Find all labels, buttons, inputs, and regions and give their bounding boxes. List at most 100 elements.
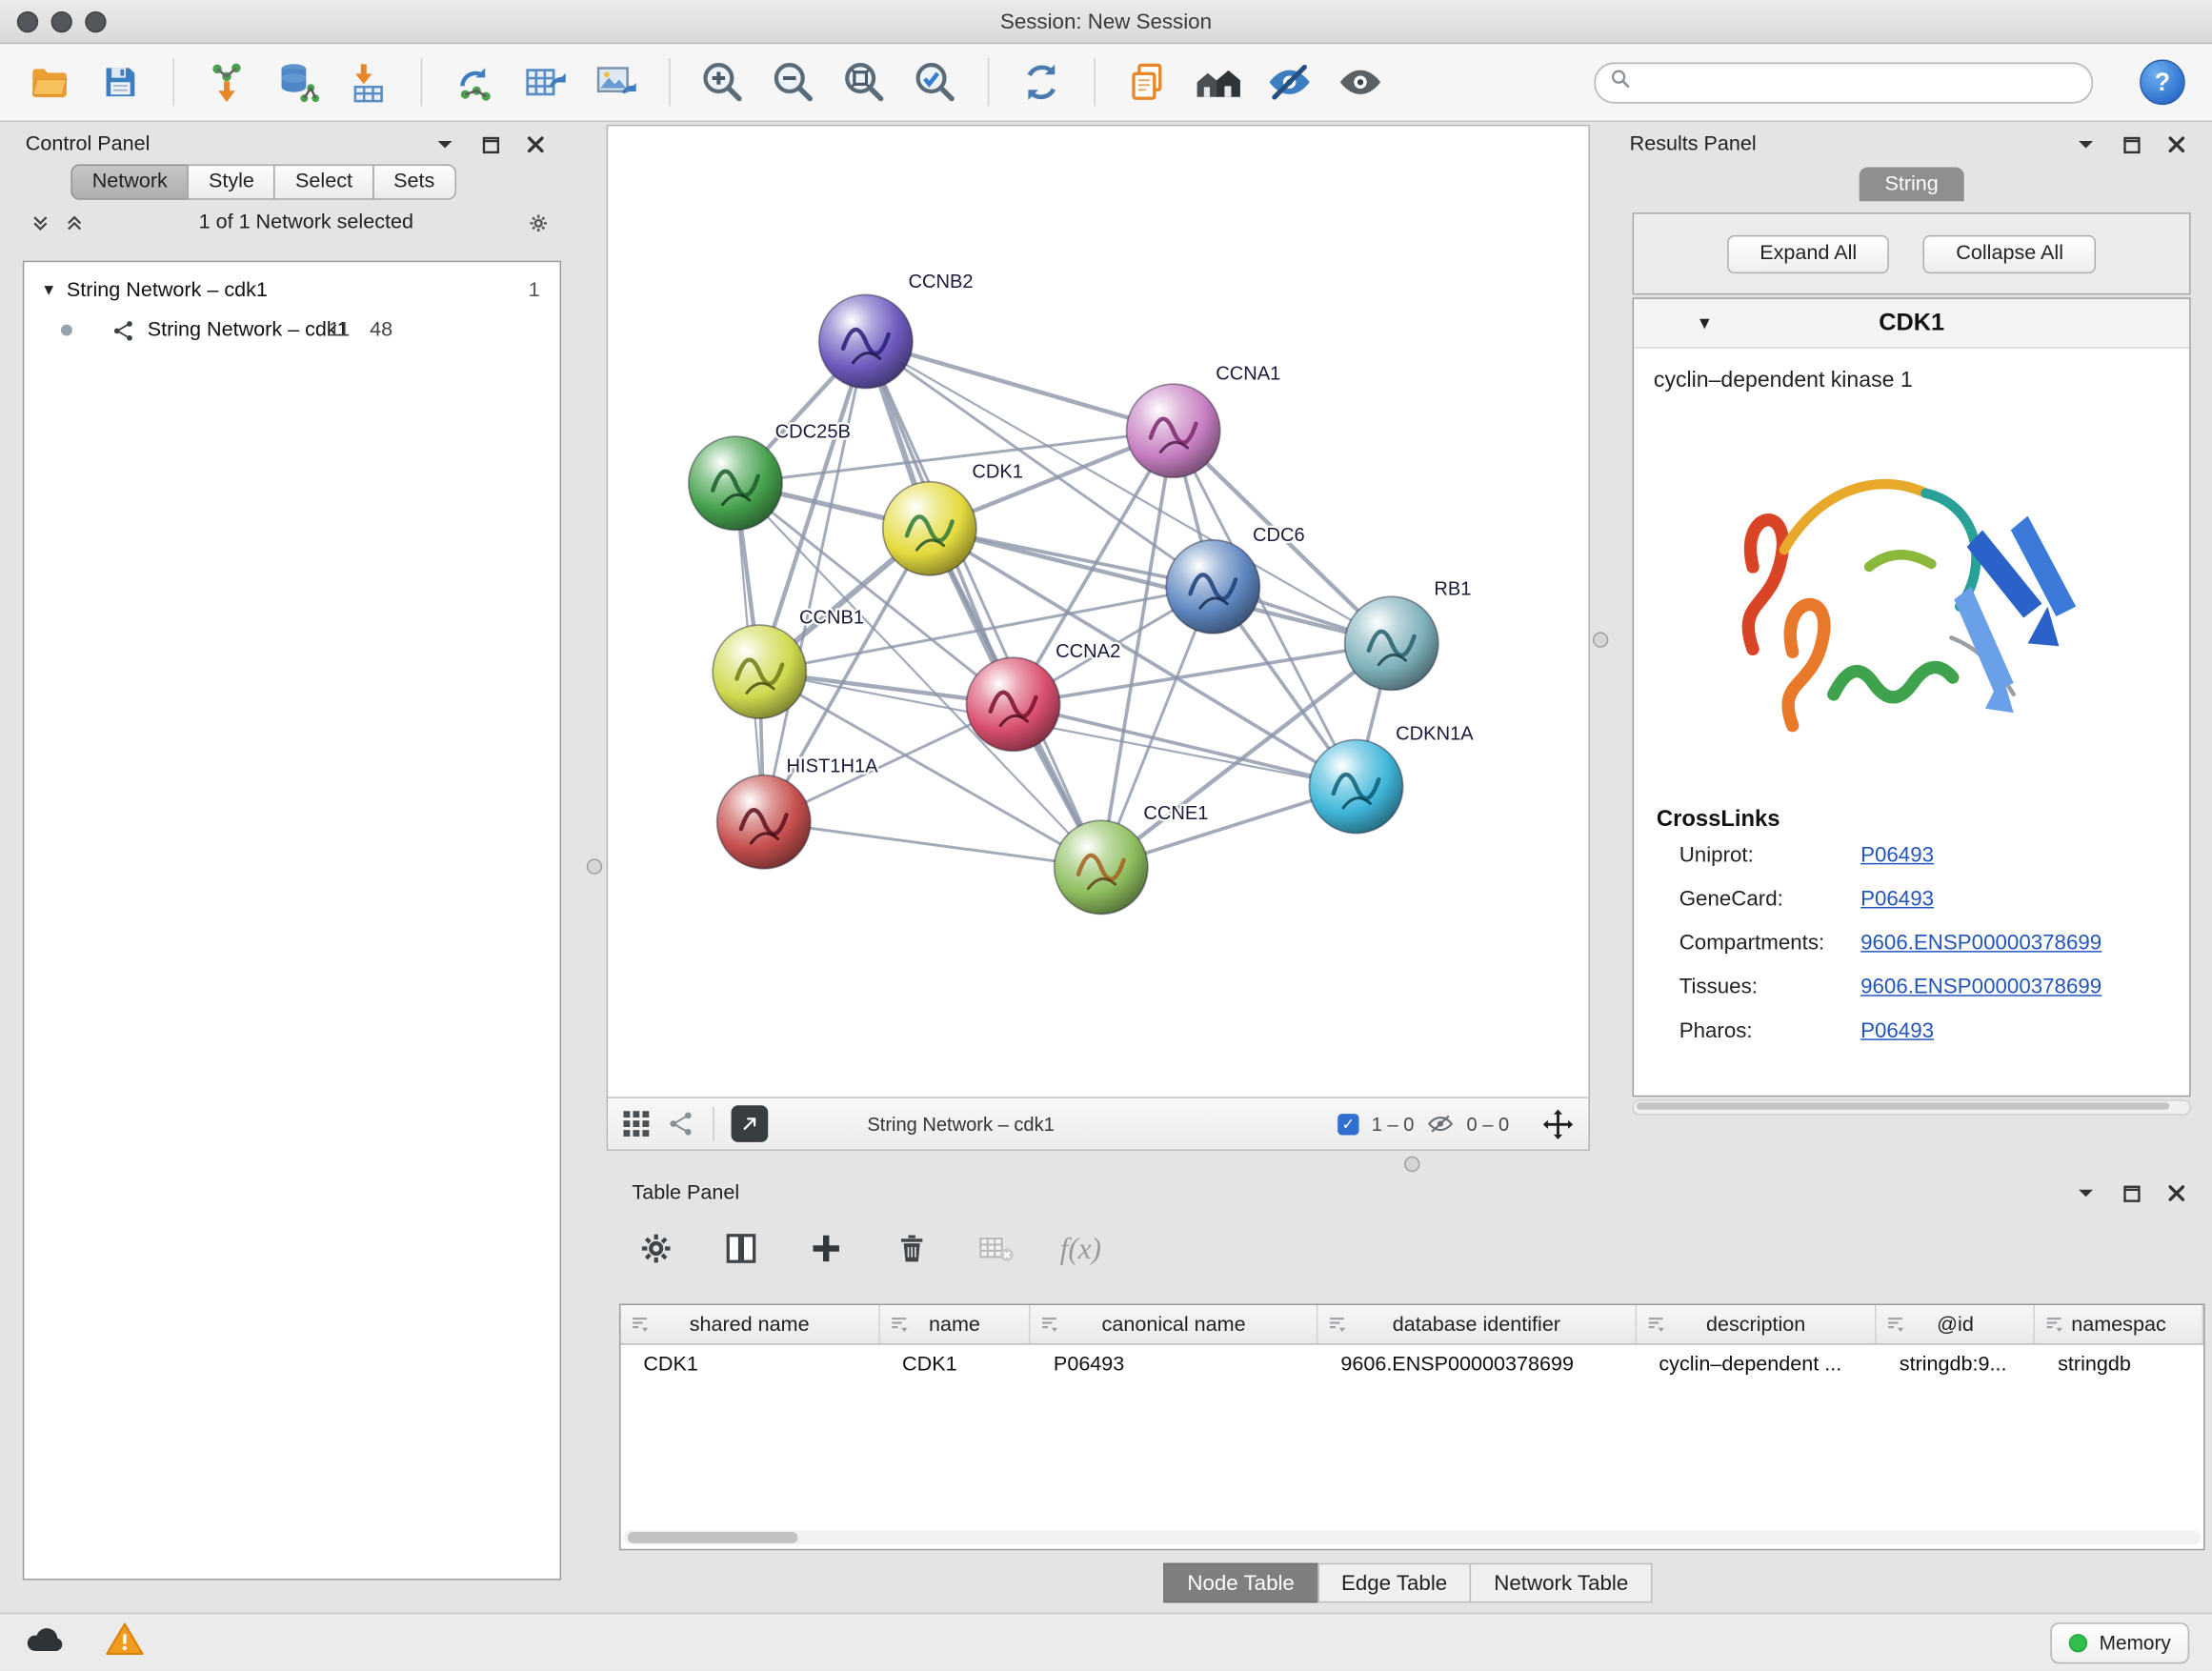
expand-all-icon[interactable] [62,211,85,234]
crosslink-uniprot-[interactable]: P06493 [1860,843,1934,867]
table-cell[interactable]: CDK1 [879,1353,1031,1376]
column-header-database-identifier[interactable]: database identifier [1318,1305,1637,1343]
new-network-button[interactable] [445,51,504,113]
table-cell[interactable]: cyclin–dependent ... [1637,1353,1877,1376]
apply-layout-button[interactable] [1012,51,1071,113]
import-network-from-file-button[interactable] [197,51,256,113]
tab-node-table[interactable]: Node Table [1163,1563,1318,1603]
zoom-fit-button[interactable] [835,51,894,113]
birds-eye-view-icon[interactable] [622,1110,651,1138]
crosslink-pharos-[interactable]: P06493 [1860,1019,1934,1043]
zoom-selected-button[interactable] [906,51,965,113]
network-view[interactable]: CCNB2CCNA1CDC25BCDK1CDC6RB1CCNB1CCNA2CDK… [607,125,1590,1151]
table-cell[interactable]: P06493 [1031,1353,1317,1376]
show-details-button[interactable] [1331,51,1390,113]
table-horizontal-scrollbar[interactable] [624,1531,2202,1545]
tab-style[interactable]: Style [188,165,276,200]
help-button[interactable]: ? [2133,51,2192,113]
column-header-canonical-name[interactable]: canonical name [1031,1305,1317,1343]
warning-icon[interactable] [105,1621,145,1664]
add-column-icon[interactable] [805,1227,848,1270]
close-panel-icon[interactable] [2165,133,2188,156]
duplicate-document-button[interactable] [1118,51,1177,113]
network-node-cdc25b[interactable]: CDC25B [689,422,851,531]
table-cell[interactable]: stringdb [2035,1353,2203,1376]
network-node-hist1h1a[interactable]: HIST1H1A [717,756,878,869]
tab-network[interactable]: Network [70,165,189,200]
crosslink-label: Tissues: [1679,975,1860,998]
new-table-button[interactable] [515,51,574,113]
tab-network-table[interactable]: Network Table [1470,1563,1653,1603]
network-canvas[interactable]: CCNB2CCNA1CDC25BCDK1CDC6RB1CCNB1CCNA2CDK… [608,126,1588,1097]
table-cell[interactable]: 9606.ENSP00000378699 [1318,1353,1637,1376]
network-node-cdk1[interactable]: CDK1 [883,461,1023,575]
left-splitter-handle[interactable] [587,858,602,874]
column-header--id[interactable]: @id [1877,1305,2035,1343]
import-table-from-file-button[interactable] [339,51,398,113]
float-panel-icon[interactable] [2120,133,2142,156]
tab-sets[interactable]: Sets [372,165,456,200]
tab-edge-table[interactable]: Edge Table [1317,1563,1472,1603]
zoom-window-button[interactable] [85,11,106,32]
network-collection-row[interactable]: ▼ String Network – cdk1 1 [24,271,559,311]
scrollbar-thumb[interactable] [1637,1102,2170,1109]
gear-icon[interactable] [527,211,550,234]
memory-button[interactable]: Memory [2051,1622,2189,1663]
column-header-name[interactable]: name [879,1305,1031,1343]
panel-menu-icon[interactable] [433,133,456,156]
save-session-button[interactable] [90,51,150,113]
float-panel-icon[interactable] [479,133,502,156]
expand-all-button[interactable]: Expand All [1727,234,1889,272]
results-horizontal-scrollbar[interactable] [1633,1099,2191,1115]
zoom-in-button[interactable] [693,51,752,113]
column-header-shared-name[interactable]: shared name [621,1305,880,1343]
network-node-ccnb1[interactable]: CCNB1 [713,608,864,719]
column-header-label: description [1706,1313,1805,1336]
zoom-out-button[interactable] [764,51,823,113]
close-panel-icon[interactable] [524,133,547,156]
crosslink-genecard-[interactable]: P06493 [1860,887,1934,911]
network-row-selected[interactable]: String Network – cdk1 11 48 [24,311,559,351]
home-panels-button[interactable] [1189,51,1248,113]
selected-indicator-checkbox[interactable]: ✓ [1337,1113,1358,1134]
table-cell[interactable]: CDK1 [621,1353,880,1376]
column-header-description[interactable]: description [1637,1305,1877,1343]
cloud-icon[interactable] [23,1622,69,1663]
tree-expand-icon[interactable]: ▼ [41,282,67,299]
tab-string[interactable]: String [1860,168,1964,202]
tab-select[interactable]: Select [274,165,374,200]
table-row[interactable]: CDK1CDK1P064939606.ENSP00000378699cyclin… [621,1345,2204,1383]
crosslinks-list: Uniprot:P06493GeneCard:P06493Compartment… [1634,834,2189,1054]
column-header-namespac[interactable]: namespac [2035,1305,2203,1343]
network-share-icon[interactable] [668,1110,696,1138]
select-columns-icon[interactable] [720,1227,763,1270]
right-splitter-handle[interactable] [1593,632,1608,647]
panel-menu-icon[interactable] [2075,133,2098,156]
minimize-window-button[interactable] [51,11,72,32]
network-node-rb1[interactable]: RB1 [1345,579,1472,691]
import-network-from-database-button[interactable] [268,51,327,113]
network-node-ccna1[interactable]: CCNA1 [1127,364,1281,478]
search-input[interactable] [1641,70,2078,95]
crosslink-tissues-[interactable]: 9606.ENSP00000378699 [1860,975,2101,998]
delete-column-icon[interactable] [890,1227,933,1270]
pan-crosshair-icon[interactable] [1541,1107,1574,1139]
export-image-button[interactable] [587,51,646,113]
collapse-all-button[interactable]: Collapse All [1923,234,2096,272]
hide-details-button[interactable] [1259,51,1318,113]
crosslink-compartments-[interactable]: 9606.ENSP00000378699 [1860,931,2101,955]
open-session-button[interactable] [20,51,79,113]
table-settings-gear-icon[interactable] [634,1227,677,1270]
table-cell[interactable]: stringdb:9... [1877,1353,2035,1376]
panel-menu-icon[interactable] [2075,1182,2098,1205]
float-panel-icon[interactable] [2120,1182,2142,1205]
scrollbar-thumb[interactable] [628,1532,798,1543]
close-window-button[interactable] [17,11,38,32]
collapse-all-icon[interactable] [29,211,51,234]
bottom-splitter-handle[interactable] [1404,1157,1419,1172]
open-in-browser-button[interactable] [732,1105,769,1142]
collapse-entry-icon[interactable]: ▼ [1697,313,1714,333]
network-node-ccnb2[interactable]: CCNB2 [819,272,974,389]
network-node-cdkn1a[interactable]: CDKN1A [1309,723,1474,833]
close-panel-icon[interactable] [2165,1182,2188,1205]
